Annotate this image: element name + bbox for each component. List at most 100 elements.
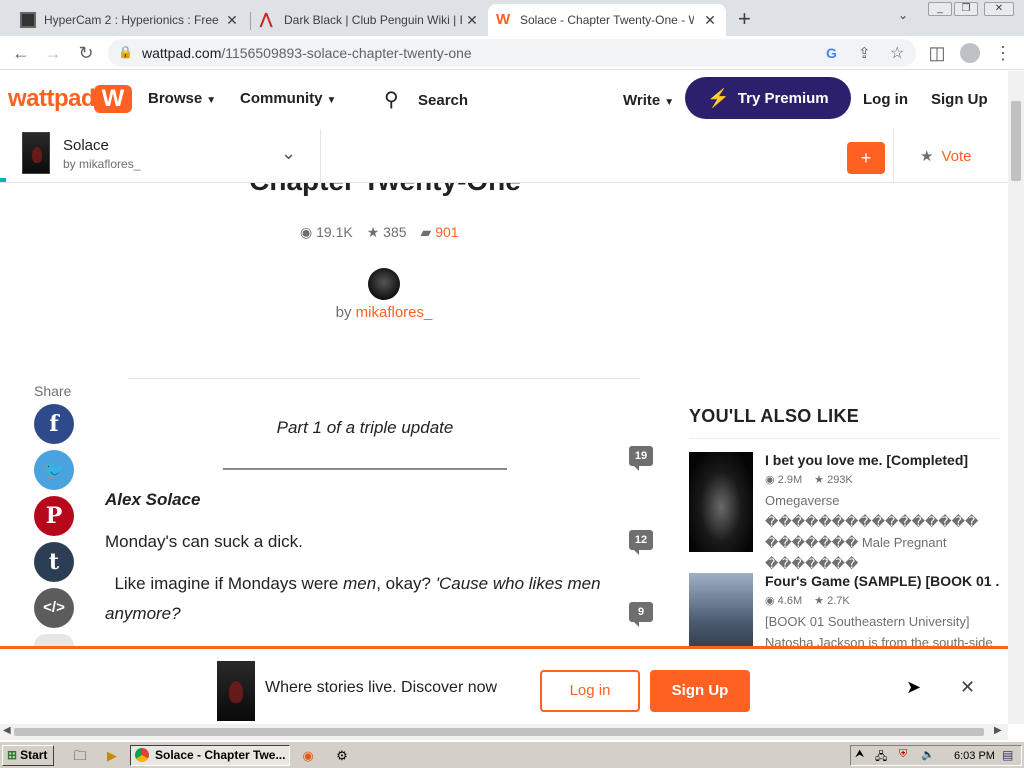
recommendation-stats: ◉ 4.6M ★ 2.7K	[765, 595, 850, 607]
story-author[interactable]: by mikaflores_	[63, 157, 140, 171]
media-player-icon[interactable]: ▶	[104, 748, 120, 764]
browse-menu[interactable]: Browse ▼	[148, 90, 216, 107]
vertical-scrollbar[interactable]	[1008, 71, 1024, 724]
comments-count[interactable]: ▰ 901	[421, 224, 459, 241]
paragraph-comment-badge[interactable]: 12	[629, 530, 653, 555]
caret-down-icon: ▼	[206, 95, 217, 106]
share-icon[interactable]: ⇪	[858, 44, 871, 62]
wattpad-w-logo-icon[interactable]: W	[94, 85, 132, 113]
scrollbar-thumb[interactable]	[14, 728, 984, 736]
taskbar-clock: 6:03 PM	[954, 750, 995, 762]
login-link[interactable]: Log in	[863, 91, 908, 108]
paragraph-comment-badge[interactable]: 9	[629, 602, 653, 627]
divider	[689, 438, 1000, 439]
recommendation-item[interactable]: Four's Game (SAMPLE) [BOOK 01 ... ◉ 4.6M…	[689, 573, 1009, 646]
tab-club-penguin-wiki[interactable]: ⋀ Dark Black | Club Penguin Wiki | Fa ✕	[252, 4, 488, 36]
horizontal-scrollbar[interactable]: ◀ ▶	[0, 724, 1008, 740]
tab-solace-chapter[interactable]: W Solace - Chapter Twenty-One - Watt ✕	[488, 4, 726, 36]
close-icon[interactable]: ✕	[464, 12, 480, 29]
recommendation-cover[interactable]	[689, 452, 753, 552]
paragraph-comment-badge[interactable]: 19	[629, 446, 653, 471]
tumblr-share-icon[interactable]: t	[34, 542, 74, 582]
tab-hypercam[interactable]: HyperCam 2 : Hyperionics : Free Do ✕	[12, 4, 248, 36]
star-icon: ★	[814, 595, 825, 607]
banner-login-button[interactable]: Log in	[540, 670, 640, 712]
search-button[interactable]: Search	[418, 92, 468, 109]
divider	[128, 378, 640, 379]
reads-count: ◉ 19.1K	[300, 224, 353, 240]
signup-link[interactable]: Sign Up	[931, 91, 988, 108]
more-share-icon[interactable]	[34, 634, 74, 646]
tab-title: Dark Black | Club Penguin Wiki | Fa	[284, 13, 462, 27]
bookmark-star-icon[interactable]: ☆	[890, 43, 904, 63]
recommendation-title[interactable]: Four's Game (SAMPLE) [BOOK 01 ...	[765, 573, 1000, 589]
profile-avatar-icon[interactable]	[960, 43, 980, 63]
more-menu-icon[interactable]: ⋮	[992, 42, 1014, 64]
maximize-button[interactable]: ❐	[954, 2, 978, 16]
try-premium-button[interactable]: ⚡ Try Premium	[685, 77, 851, 119]
chevron-down-icon[interactable]: ⌄	[281, 143, 296, 164]
security-alert-icon[interactable]: ⛨	[899, 748, 907, 761]
twitter-share-icon[interactable]: 🐦	[34, 450, 74, 490]
author-link[interactable]: mikaflores_	[356, 304, 433, 321]
network-icon[interactable]: 🖧	[875, 748, 887, 767]
close-icon[interactable]: ✕	[224, 12, 240, 29]
story-title[interactable]: Solace	[63, 137, 109, 154]
recommendation-title[interactable]: I bet you love me. [Completed]	[765, 452, 1000, 468]
taskbar-chrome-window[interactable]: Solace - Chapter Twe...	[130, 745, 290, 766]
banner-signup-button[interactable]: Sign Up	[650, 670, 750, 712]
back-arrow-icon[interactable]: ←	[10, 42, 32, 64]
side-panel-icon[interactable]: ◫	[926, 42, 948, 64]
story-cover-thumbnail[interactable]	[22, 132, 50, 174]
write-menu[interactable]: Write ▼	[623, 92, 674, 109]
minimize-button[interactable]: _	[928, 2, 952, 16]
search-icon[interactable]: ⚲	[384, 87, 399, 112]
paragraph: Monday's can suck a dick.	[105, 532, 303, 551]
vote-button[interactable]: ★ Vote	[920, 147, 971, 165]
url-text: wattpad.com/1156509893-solace-chapter-tw…	[142, 45, 472, 61]
scroll-left-arrow-icon[interactable]: ◀	[3, 725, 11, 736]
star-icon: ★	[920, 148, 934, 165]
reload-icon[interactable]: ↻	[75, 42, 97, 64]
banner-tagline: Where stories live. Discover now	[265, 679, 498, 696]
recommendation-cover[interactable]	[689, 573, 753, 646]
keyboard-icon[interactable]: ▤	[1002, 748, 1013, 762]
new-tab-button[interactable]: +	[738, 6, 751, 32]
recommendation-item[interactable]: I bet you love me. [Completed] ◉ 2.9M ★ 2…	[689, 452, 1009, 571]
firefox-icon[interactable]: ◉	[300, 748, 316, 764]
add-to-library-button[interactable]: +	[847, 142, 885, 174]
paragraph: Part 1 of a triple update	[276, 418, 454, 437]
lightning-icon: ⚡	[707, 87, 730, 108]
scroll-right-arrow-icon[interactable]: ▶	[994, 725, 1002, 736]
address-bar[interactable]: 🔒 wattpad.com/1156509893-solace-chapter-…	[108, 39, 916, 67]
facebook-share-icon[interactable]: f	[34, 404, 74, 444]
votes-count: ★ 385	[366, 224, 407, 240]
pinterest-share-icon[interactable]: P	[34, 496, 74, 536]
start-button[interactable]: ⊞ Start	[2, 745, 54, 766]
eye-icon: ◉	[765, 595, 775, 607]
scrollbar-thumb[interactable]	[1011, 101, 1021, 181]
close-icon[interactable]: ✕	[702, 12, 718, 29]
signup-banner: Where stories live. Discover now Log in …	[0, 646, 1008, 724]
wiki-favicon-icon: ⋀	[260, 11, 273, 28]
tray-arrow-icon[interactable]: ⮝	[855, 748, 864, 761]
volume-icon[interactable]: 🔈	[921, 748, 935, 761]
chrome-icon	[135, 748, 149, 762]
also-like-heading: YOU'LL ALSO LIKE	[689, 406, 860, 426]
browser-toolbar: ← → ↻ 🔒 wattpad.com/1156509893-solace-ch…	[0, 36, 1024, 70]
community-menu[interactable]: Community ▼	[240, 90, 336, 107]
close-icon[interactable]: ✕	[960, 677, 975, 698]
forward-arrow-icon[interactable]: →	[42, 42, 64, 64]
app-icon[interactable]: ⚙	[334, 748, 350, 764]
wattpad-logo[interactable]: wattpad	[8, 85, 96, 113]
author-avatar[interactable]	[368, 268, 400, 300]
tab-title: HyperCam 2 : Hyperionics : Free Do	[44, 13, 222, 27]
window-close-button[interactable]: ✕	[984, 2, 1014, 16]
google-translate-icon[interactable]: G	[826, 45, 837, 61]
explorer-icon[interactable]: 🗀	[72, 748, 88, 764]
caret-down-icon: ▼	[326, 95, 337, 106]
story-bar: Solace by mikaflores_ ⌄ + ★ Vote	[0, 129, 1008, 183]
tab-search-chevron-icon[interactable]: ⌄	[898, 8, 908, 22]
eye-icon: ◉	[765, 474, 775, 486]
embed-share-icon[interactable]: </>	[34, 588, 74, 628]
